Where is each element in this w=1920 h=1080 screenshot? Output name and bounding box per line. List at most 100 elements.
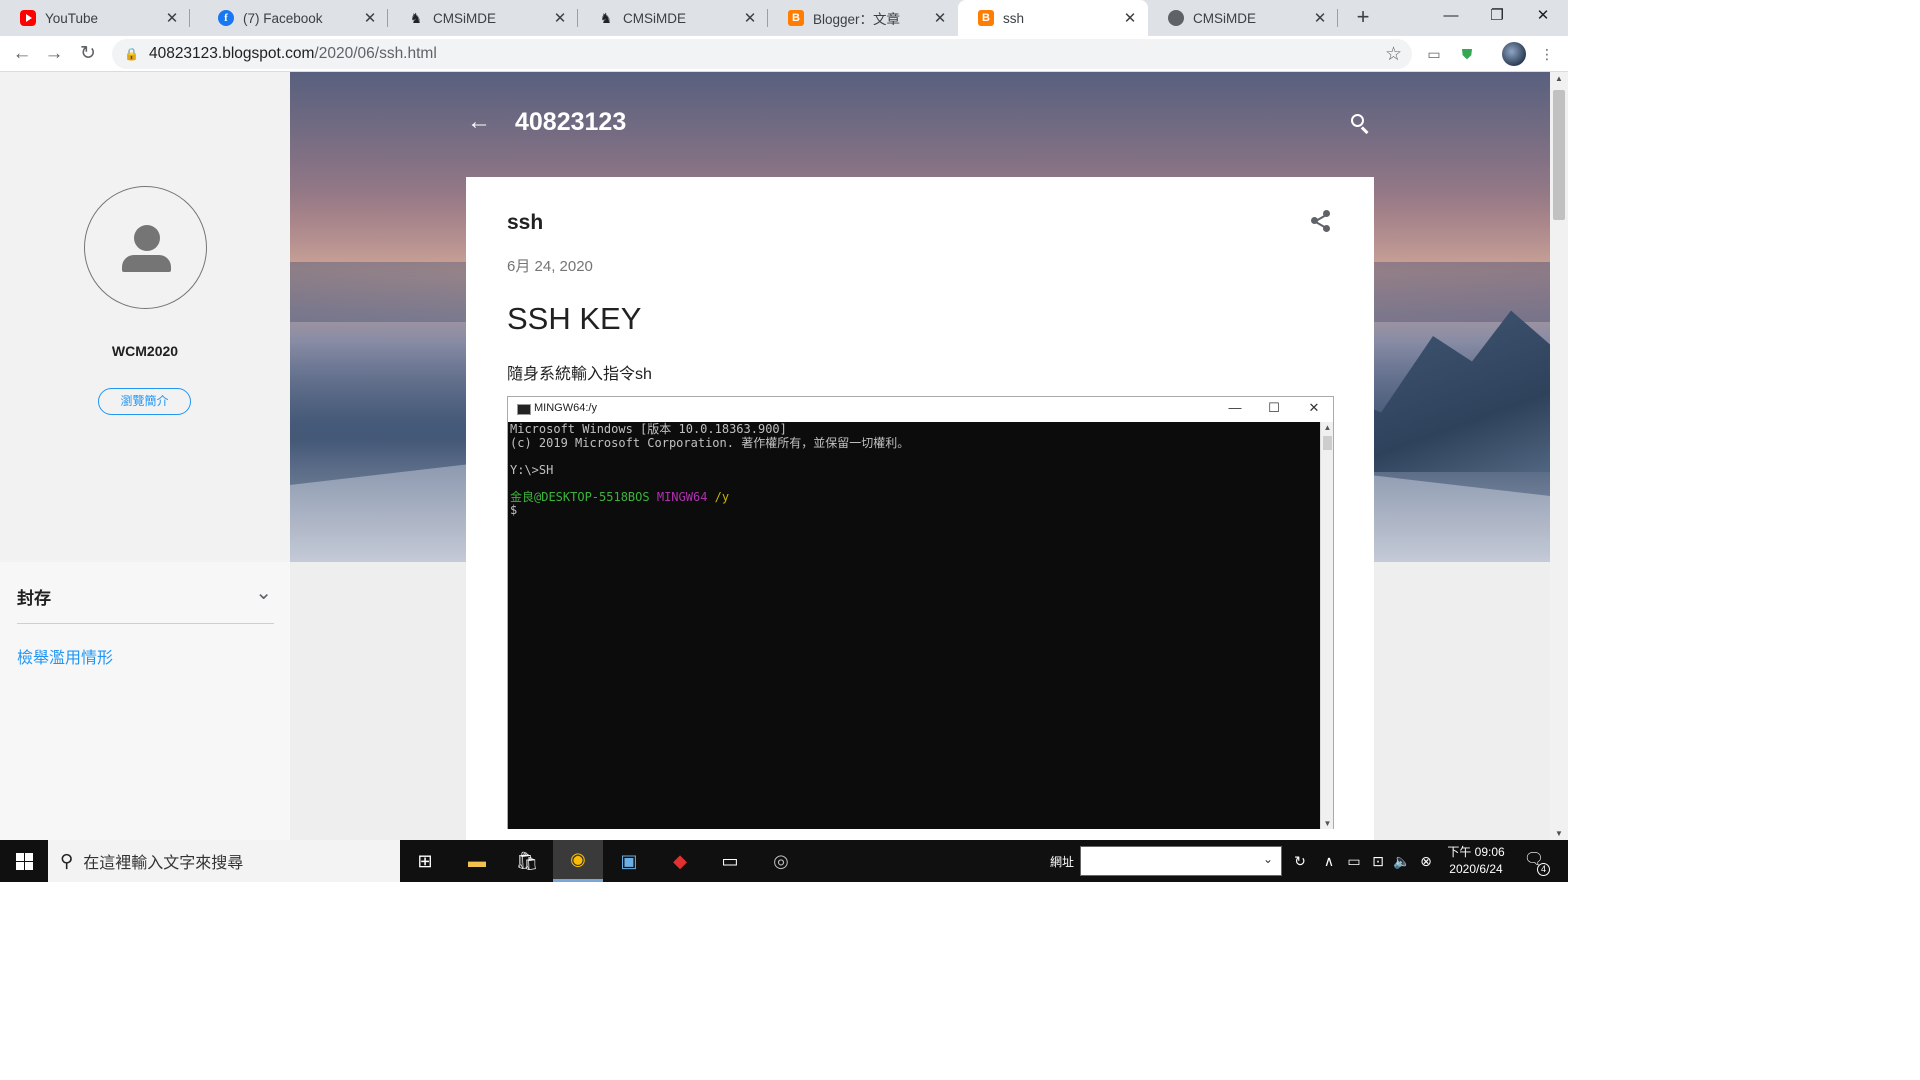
- sidebar: WCM2020 瀏覽簡介 封存 ⌄ 檢舉濫用情形: [0, 72, 290, 840]
- notification-count: 4: [1537, 863, 1550, 876]
- notification-center-icon[interactable]: 🗨 4: [1522, 849, 1550, 876]
- close-window-button[interactable]: ✕: [1520, 0, 1566, 32]
- tab-title: CMSiMDE: [1193, 10, 1256, 26]
- archive-toggle[interactable]: 封存 ⌄: [17, 580, 274, 624]
- close-icon[interactable]: ✕: [362, 9, 378, 27]
- windows-logo-icon: [15, 852, 33, 870]
- page-scroll-thumb[interactable]: [1553, 90, 1565, 220]
- terminal-line: Y:\>SH: [510, 462, 554, 477]
- lock-icon: 🔒: [124, 47, 139, 61]
- close-icon[interactable]: ✕: [1312, 9, 1328, 27]
- terminal-body: Microsoft Windows [版本 10.0.18363.900] (c…: [508, 422, 1320, 829]
- tab-cmsimde-2[interactable]: ♞ CMSiMDE ✕: [578, 0, 768, 36]
- terminal-minimize-icon: —: [1228, 400, 1242, 415]
- tab-title: Blogger：文章: [813, 12, 901, 27]
- globe-app-icon[interactable]: ◎: [756, 840, 806, 882]
- close-icon[interactable]: ✕: [1122, 9, 1138, 27]
- person-icon: [134, 225, 160, 251]
- tab-strip: YouTube ✕ f (7) Facebook ✕ ♞ CMSiMDE ✕ ♞…: [0, 0, 1568, 36]
- file-explorer-icon[interactable]: ▬: [452, 840, 502, 882]
- volume-icon[interactable]: 🔈: [1392, 840, 1412, 882]
- chevron-down-icon[interactable]: ⌄: [255, 580, 272, 605]
- windows-taskbar: ⚲ 在這裡輸入文字來搜尋 ⊞ ▬ 🛍 ◉ ▣ ◆ ▭ ◎ 網址 ⌄ ↻ ∧ ▭ …: [0, 840, 1568, 882]
- terminal-prompt-line: 金良@DESKTOP-5518BOS MINGW64 /y: [510, 489, 1318, 505]
- youtube-icon: [20, 10, 36, 26]
- report-abuse-link[interactable]: 檢舉濫用情形: [17, 644, 113, 668]
- close-icon[interactable]: ✕: [932, 9, 948, 27]
- battery-icon[interactable]: ▭: [1344, 840, 1364, 882]
- terminal-icon: [517, 404, 531, 415]
- prompt-dir: /y: [714, 489, 730, 504]
- chevron-up-icon[interactable]: ∧: [1320, 840, 1338, 882]
- taskbar-search-box[interactable]: ⚲ 在這裡輸入文字來搜尋: [48, 840, 400, 882]
- shield-icon[interactable]: ⛊: [1457, 44, 1477, 64]
- terminal-app-icon[interactable]: ▭: [705, 840, 755, 882]
- tab-cmsimde-3[interactable]: CMSiMDE ✕: [1148, 0, 1338, 36]
- control-panel-icon[interactable]: ▣: [604, 840, 654, 882]
- cmsimde-icon: ♞: [409, 9, 423, 26]
- extension-icon[interactable]: ▭: [1424, 44, 1444, 64]
- network-icon[interactable]: ⊡: [1368, 840, 1388, 882]
- scroll-down-icon: ▼: [1323, 819, 1332, 828]
- url-path: /2020/06/ssh.html: [314, 45, 437, 62]
- share-icon[interactable]: [1309, 209, 1333, 233]
- menu-kebab-icon[interactable]: ⋮: [1537, 44, 1557, 64]
- bookmark-star-icon[interactable]: ☆: [1385, 43, 1402, 66]
- forward-button[interactable]: →: [40, 40, 68, 68]
- blog-title[interactable]: 40823123: [515, 108, 626, 137]
- search-icon-handle: [1361, 126, 1369, 134]
- back-arrow-icon[interactable]: ←: [467, 108, 491, 136]
- task-view-icon[interactable]: ⊞: [400, 840, 450, 882]
- tab-ssh[interactable]: B ssh ✕: [958, 0, 1148, 36]
- tab-title: ssh: [1003, 10, 1025, 26]
- facebook-icon: f: [218, 10, 234, 26]
- tab-separator: [189, 9, 190, 27]
- tab-separator: [1337, 9, 1338, 27]
- clock-date: 2020/6/24: [1449, 862, 1503, 876]
- minimize-button[interactable]: —: [1428, 0, 1474, 32]
- new-tab-button[interactable]: +: [1350, 4, 1376, 30]
- profile-section: WCM2020 瀏覽簡介: [0, 72, 290, 562]
- reload-button[interactable]: ↻: [74, 40, 102, 68]
- refresh-icon[interactable]: ↻: [1290, 840, 1310, 882]
- search-icon: ⚲: [60, 850, 74, 871]
- page-scrollbar[interactable]: ▲ ▼: [1550, 72, 1568, 840]
- search-icon[interactable]: [1350, 112, 1370, 134]
- terminal-title: MINGW64:/y: [534, 402, 597, 414]
- avatar[interactable]: [84, 186, 207, 309]
- view-profile-button[interactable]: 瀏覽簡介: [98, 388, 191, 415]
- restore-button[interactable]: ❐: [1474, 0, 1520, 32]
- terminal-scrollbar: ▲ ▼: [1320, 422, 1333, 829]
- tab-blogger[interactable]: B Blogger：文章 ✕: [768, 0, 958, 36]
- garena-icon[interactable]: ◆: [655, 840, 705, 882]
- input-method-icon[interactable]: ⊗: [1416, 840, 1436, 882]
- cmsimde-icon: ♞: [599, 9, 613, 26]
- tab-facebook[interactable]: f (7) Facebook ✕: [198, 0, 388, 36]
- start-button[interactable]: [0, 840, 48, 882]
- scroll-up-icon[interactable]: ▲: [1550, 74, 1568, 83]
- profile-avatar[interactable]: [1502, 42, 1526, 66]
- tab-youtube[interactable]: YouTube ✕: [0, 0, 190, 36]
- terminal-prompt-symbol: $: [510, 503, 518, 517]
- tab-cmsimde-1[interactable]: ♞ CMSiMDE ✕: [388, 0, 578, 36]
- close-icon[interactable]: ✕: [552, 9, 568, 27]
- person-icon-body: [122, 255, 171, 272]
- store-icon[interactable]: 🛍: [502, 840, 552, 882]
- terminal-line: (c) 2019 Microsoft Corporation. 著作權所有，並保…: [510, 435, 910, 450]
- back-button[interactable]: ←: [8, 40, 36, 68]
- close-icon[interactable]: ✕: [742, 9, 758, 27]
- tab-title: CMSiMDE: [623, 10, 686, 26]
- chrome-icon[interactable]: ◉: [553, 840, 603, 882]
- close-icon[interactable]: ✕: [164, 9, 180, 27]
- address-bar[interactable]: 🔒 40823123.blogspot.com/2020/06/ssh.html…: [112, 39, 1412, 69]
- post-card: ssh 6月 24, 2020 SSH KEY 隨身系統輸入指令sh MINGW…: [466, 177, 1374, 840]
- prompt-env: MINGW64: [656, 489, 708, 504]
- address-toolbar-label: 網址: [1050, 855, 1075, 869]
- scroll-down-icon[interactable]: ▼: [1550, 829, 1568, 838]
- chevron-down-icon[interactable]: ⌄: [1263, 852, 1273, 866]
- address-toolbar-input[interactable]: ⌄: [1080, 846, 1282, 876]
- post-heading: SSH KEY: [507, 301, 642, 336]
- system-clock[interactable]: 下午 09:06 2020/6/24: [1440, 844, 1512, 878]
- prompt-user: 金良@DESKTOP-5518BOS: [510, 489, 650, 504]
